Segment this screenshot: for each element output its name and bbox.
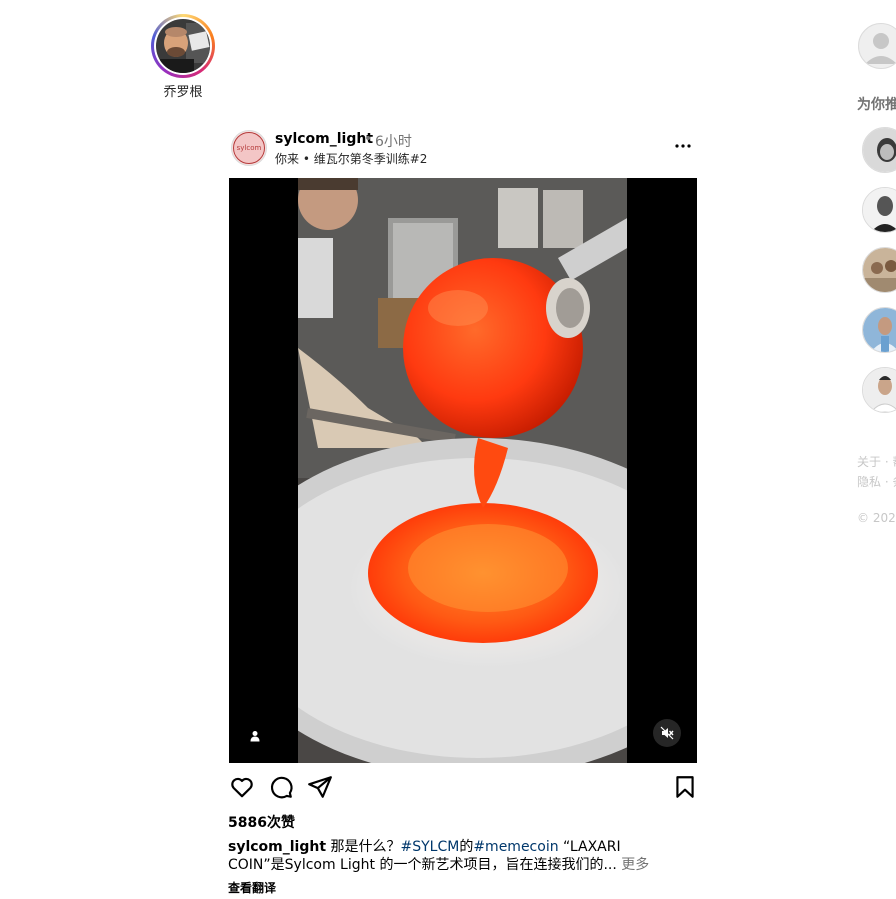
suggested-for-you-heading: 为你推荐 [857, 97, 896, 113]
suggested-user-avatar[interactable] [862, 187, 896, 233]
bookmark-icon [676, 776, 694, 798]
current-user-avatar[interactable] [858, 23, 896, 69]
comment-icon [270, 776, 293, 799]
post-caption: sylcom_light 那是什么？#SYLCM的#memecoin “LAXA… [228, 838, 668, 874]
footer-links-row[interactable]: 关于 · 帮 [857, 453, 896, 470]
footer-links-row[interactable]: 隐私 · 条 [857, 473, 896, 490]
post-action-bar [229, 774, 697, 804]
separator-dot: • [364, 131, 373, 147]
post-username[interactable]: sylcom_light [275, 131, 373, 147]
like-count[interactable]: 5886次赞 [228, 812, 295, 832]
post-audio-subtitle[interactable]: 你来 • 维瓦尔第冬季训练#2 [275, 150, 427, 167]
story-ring [151, 14, 215, 78]
hashtag-link[interactable]: #memecoin [473, 839, 558, 855]
mute-toggle-button[interactable] [653, 719, 681, 747]
tagged-people-button[interactable] [242, 723, 268, 749]
post-author-avatar[interactable]: sylcom [231, 130, 267, 166]
comment-button[interactable] [268, 774, 294, 800]
caption-text: 那是什么？ [326, 839, 401, 855]
post-video[interactable] [229, 178, 697, 763]
caption-username[interactable]: sylcom_light [228, 839, 326, 855]
suggested-user-avatar[interactable] [862, 307, 896, 353]
suggested-user-avatar[interactable] [862, 367, 896, 413]
suggested-user-avatar[interactable] [862, 127, 896, 173]
caption-text: 的 [459, 839, 474, 855]
more-icon [675, 144, 691, 148]
heart-icon [231, 777, 253, 798]
save-button[interactable] [672, 774, 698, 800]
more-options-button[interactable] [671, 134, 695, 158]
video-frame [298, 178, 627, 763]
hashtag-link[interactable]: #SYLCM [401, 839, 460, 855]
share-icon [308, 776, 332, 798]
avatar-logo-text: sylcom [233, 132, 265, 164]
suggested-user-avatar[interactable] [862, 247, 896, 293]
profile-placeholder-icon [865, 33, 896, 64]
tag-person-icon [250, 731, 260, 742]
see-translation-link[interactable]: 查看翻译 [228, 879, 276, 896]
mute-icon [660, 726, 674, 740]
story-item[interactable]: 乔罗根 [151, 14, 215, 100]
post-header: sylcom sylcom_light • 6小时 你来 • 维瓦尔第冬季训练#… [229, 126, 697, 170]
story-username: 乔罗根 [163, 85, 203, 100]
copyright-text: © 2024 [857, 511, 896, 525]
like-button[interactable] [229, 774, 255, 800]
post-timestamp[interactable]: 6小时 [375, 131, 412, 151]
story-avatar [156, 19, 210, 73]
caption-more-link[interactable]: 更多 [621, 857, 649, 873]
share-button[interactable] [307, 774, 333, 800]
